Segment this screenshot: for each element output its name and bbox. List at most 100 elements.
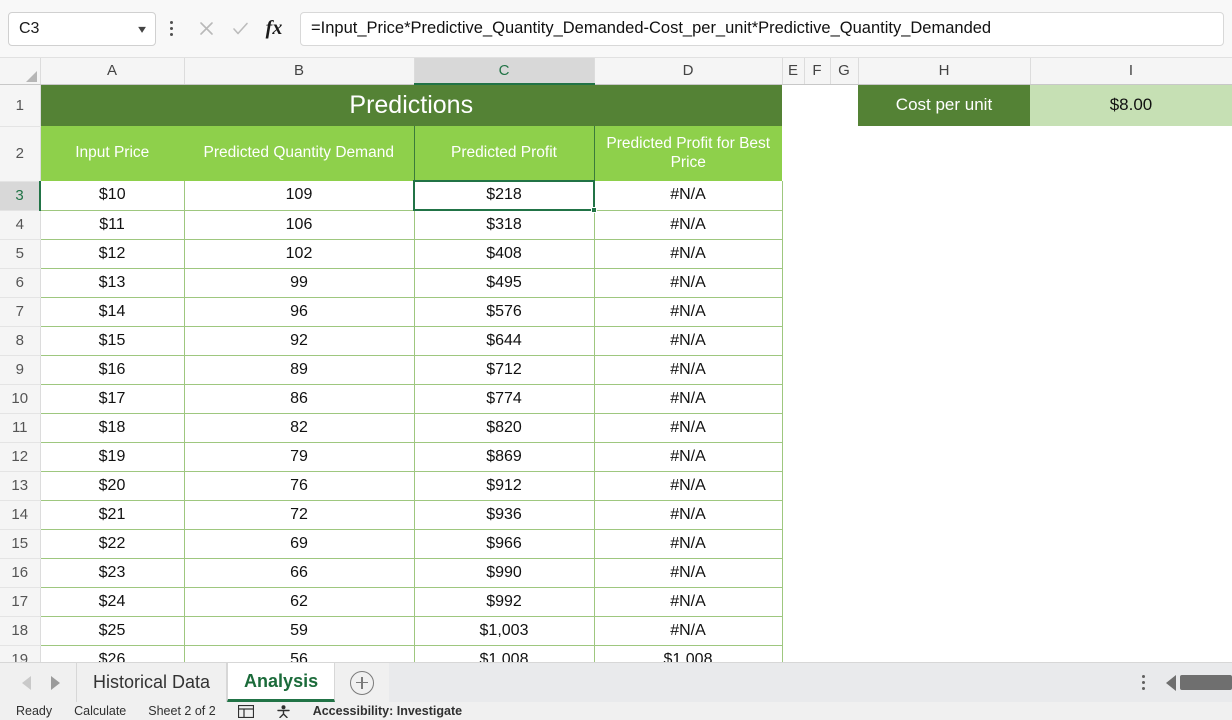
cell-g12[interactable] <box>830 442 858 471</box>
cell-quantity[interactable]: 56 <box>184 645 415 662</box>
cell-e13[interactable] <box>782 471 804 500</box>
cell-g16[interactable] <box>830 558 858 587</box>
cell-f6[interactable] <box>804 268 830 297</box>
column-header-h[interactable]: H <box>858 58 1031 85</box>
x-icon[interactable] <box>190 13 222 45</box>
cell-f13[interactable] <box>804 471 830 500</box>
cell-predicted-profit[interactable]: $495 <box>414 268 595 298</box>
cell-e9[interactable] <box>782 355 804 384</box>
sheet-tab-analysis[interactable]: Analysis <box>227 663 336 702</box>
cell-predicted-profit[interactable]: $936 <box>414 500 595 530</box>
cell-best-price-profit[interactable]: #N/A <box>594 558 783 588</box>
row-header-1[interactable]: 1 <box>0 84 41 127</box>
cell-e10[interactable] <box>782 384 804 413</box>
column-header-i[interactable]: I <box>1030 58 1232 85</box>
cell-f10[interactable] <box>804 384 830 413</box>
cell-predicted-profit[interactable]: $408 <box>414 239 595 269</box>
row-header-18[interactable]: 18 <box>0 616 41 646</box>
cell-i4[interactable] <box>1030 210 1232 239</box>
row-header-13[interactable]: 13 <box>0 471 41 501</box>
cell-quantity[interactable]: 82 <box>184 413 415 443</box>
cell-input-price[interactable]: $14 <box>39 297 185 327</box>
cell-predicted-profit[interactable]: $318 <box>414 210 595 240</box>
cell-f14[interactable] <box>804 500 830 529</box>
cell-g11[interactable] <box>830 413 858 442</box>
cell-best-price-profit[interactable]: #N/A <box>594 587 783 617</box>
column-header-g[interactable]: G <box>830 58 859 85</box>
cell-h5[interactable] <box>858 239 1030 268</box>
row-header-15[interactable]: 15 <box>0 529 41 559</box>
chevron-down-icon[interactable]: ▾ <box>138 22 146 36</box>
cell-quantity[interactable]: 109 <box>184 181 415 211</box>
cell-best-price-profit[interactable]: #N/A <box>594 297 783 327</box>
cell-g15[interactable] <box>830 529 858 558</box>
cell-f5[interactable] <box>804 239 830 268</box>
horizontal-scrollbar[interactable] <box>1160 663 1232 702</box>
check-icon[interactable] <box>224 13 256 45</box>
cell-best-price-profit[interactable]: #N/A <box>594 384 783 414</box>
cell-g3[interactable] <box>830 181 858 210</box>
cell-e14[interactable] <box>782 500 804 529</box>
cell-f2[interactable] <box>804 126 830 181</box>
cell-h17[interactable] <box>858 587 1030 616</box>
cell-h10[interactable] <box>858 384 1030 413</box>
cell-h3[interactable] <box>858 181 1030 210</box>
cell-f16[interactable] <box>804 558 830 587</box>
cell-predicted-profit[interactable]: $774 <box>414 384 595 414</box>
cell-e17[interactable] <box>782 587 804 616</box>
vertical-ellipsis-icon[interactable] <box>1126 663 1160 702</box>
row-header-2[interactable]: 2 <box>0 126 41 182</box>
vertical-ellipsis-icon[interactable] <box>162 12 180 46</box>
row-header-19[interactable]: 19 <box>0 645 41 662</box>
cell-best-price-profit[interactable]: #N/A <box>594 181 783 211</box>
cell-f15[interactable] <box>804 529 830 558</box>
display-settings-icon[interactable] <box>237 704 254 718</box>
cell-g19[interactable] <box>830 645 858 662</box>
status-accessibility[interactable]: Accessibility: Investigate <box>313 705 462 718</box>
cell-g18[interactable] <box>830 616 858 645</box>
cell-f9[interactable] <box>804 355 830 384</box>
cell-i11[interactable] <box>1030 413 1232 442</box>
cell-predicted-profit[interactable]: $820 <box>414 413 595 443</box>
row-header-5[interactable]: 5 <box>0 239 41 269</box>
cell-quantity[interactable]: 106 <box>184 210 415 240</box>
cell-quantity[interactable]: 86 <box>184 384 415 414</box>
cell-input-price[interactable]: $23 <box>39 558 185 588</box>
cell-i16[interactable] <box>1030 558 1232 587</box>
cell-h6[interactable] <box>858 268 1030 297</box>
cell-g6[interactable] <box>830 268 858 297</box>
cell-h9[interactable] <box>858 355 1030 384</box>
column-header-e[interactable]: E <box>782 58 805 85</box>
cell-h18[interactable] <box>858 616 1030 645</box>
cell-e1[interactable] <box>782 84 804 126</box>
cell-f8[interactable] <box>804 326 830 355</box>
cell-g4[interactable] <box>830 210 858 239</box>
cell-input-price[interactable]: $19 <box>39 442 185 472</box>
cell-predicted-profit[interactable]: $966 <box>414 529 595 559</box>
cell-e15[interactable] <box>782 529 804 558</box>
cell-best-price-profit[interactable]: #N/A <box>594 616 783 646</box>
cell-i12[interactable] <box>1030 442 1232 471</box>
cell-g9[interactable] <box>830 355 858 384</box>
cell-input-price[interactable]: $12 <box>39 239 185 269</box>
row-header-8[interactable]: 8 <box>0 326 41 356</box>
cell-e8[interactable] <box>782 326 804 355</box>
cell-i17[interactable] <box>1030 587 1232 616</box>
row-header-10[interactable]: 10 <box>0 384 41 414</box>
cell-g1[interactable] <box>830 84 858 126</box>
cell-h12[interactable] <box>858 442 1030 471</box>
cell-quantity[interactable]: 102 <box>184 239 415 269</box>
cell-i3[interactable] <box>1030 181 1232 210</box>
cell-f17[interactable] <box>804 587 830 616</box>
column-header-b[interactable]: B <box>184 58 415 85</box>
row-header-7[interactable]: 7 <box>0 297 41 327</box>
cell-best-price-profit[interactable]: #N/A <box>594 529 783 559</box>
cell-best-price-profit[interactable]: #N/A <box>594 239 783 269</box>
cell-input-price[interactable]: $11 <box>39 210 185 240</box>
cell-g8[interactable] <box>830 326 858 355</box>
cell-g14[interactable] <box>830 500 858 529</box>
cell-predicted-profit[interactable]: $1,008 <box>414 645 595 662</box>
row-header-16[interactable]: 16 <box>0 558 41 588</box>
cell-e7[interactable] <box>782 297 804 326</box>
cell-h7[interactable] <box>858 297 1030 326</box>
